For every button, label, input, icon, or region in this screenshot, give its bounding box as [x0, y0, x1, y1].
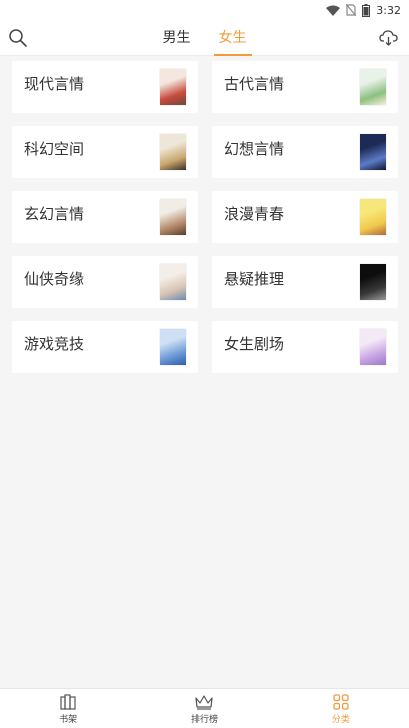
book-cover-image: [160, 134, 186, 170]
cloud-download-button[interactable]: [379, 28, 399, 48]
book-cover-image: [160, 264, 186, 300]
book-cover-image: [160, 199, 186, 235]
book-cover-image: [360, 69, 386, 105]
category-label: 古代言情: [224, 75, 285, 93]
book-cover-image: [160, 329, 186, 365]
category-card[interactable]: 浪漫青春: [212, 191, 398, 243]
nav-bookshelf[interactable]: 书架: [0, 689, 136, 728]
category-card[interactable]: 古代言情: [212, 61, 398, 113]
category-card[interactable]: 仙侠奇缘: [12, 256, 198, 308]
book-cover-image: [360, 329, 386, 365]
category-card[interactable]: 幻想言情: [212, 126, 398, 178]
category-label: 浪漫青春: [224, 205, 285, 223]
grid-icon: [333, 693, 349, 710]
category-label: 仙侠奇缘: [24, 270, 85, 288]
top-header: 男生 女生: [0, 20, 409, 56]
category-card[interactable]: 游戏竞技: [12, 321, 198, 373]
wifi-icon: [326, 5, 341, 16]
search-button[interactable]: [8, 28, 28, 48]
battery-icon: [362, 3, 371, 17]
tab-female[interactable]: 女生: [213, 20, 252, 56]
tab-male[interactable]: 男生: [158, 20, 196, 56]
category-card[interactable]: 悬疑推理: [212, 256, 398, 308]
book-cover-image: [360, 264, 386, 300]
category-card[interactable]: 科幻空间: [12, 126, 198, 178]
status-time: 3:32: [376, 3, 401, 17]
book-cover-image: [160, 69, 186, 105]
category-label: 女生剧场: [224, 335, 285, 353]
search-icon: [9, 29, 27, 47]
category-label: 现代言情: [24, 75, 85, 93]
nav-category[interactable]: 分类: [273, 689, 409, 728]
book-cover-image: [360, 199, 386, 235]
bookshelf-icon: [60, 693, 76, 710]
book-cover-image: [360, 134, 386, 170]
nav-ranking-label: 排行榜: [190, 714, 218, 725]
category-grid: 现代言情 古代言情科幻空间 幻想言情玄幻言情 浪漫青春仙侠奇缘 悬疑推理游戏竞技 女生剧场: [12, 61, 398, 373]
category-label: 科幻空间: [24, 140, 85, 158]
status-bar: 3:32: [0, 0, 409, 20]
category-label: 游戏竞技: [24, 335, 85, 353]
nav-category-label: 分类: [331, 714, 350, 725]
gender-tabs: 男生 女生: [0, 20, 409, 56]
cloud-download-icon: [379, 30, 398, 46]
no-sim-icon: [346, 4, 357, 16]
nav-ranking[interactable]: 排行榜: [136, 689, 272, 728]
category-card[interactable]: 玄幻言情: [12, 191, 198, 243]
category-card[interactable]: 现代言情: [12, 61, 198, 113]
category-label: 悬疑推理: [224, 270, 285, 288]
crown-icon: [195, 694, 214, 710]
category-card[interactable]: 女生剧场: [212, 321, 398, 373]
category-label: 幻想言情: [224, 140, 285, 158]
category-label: 玄幻言情: [24, 205, 85, 223]
bottom-nav: 书架 排行榜 分类: [0, 688, 409, 728]
nav-bookshelf-label: 书架: [59, 714, 78, 725]
